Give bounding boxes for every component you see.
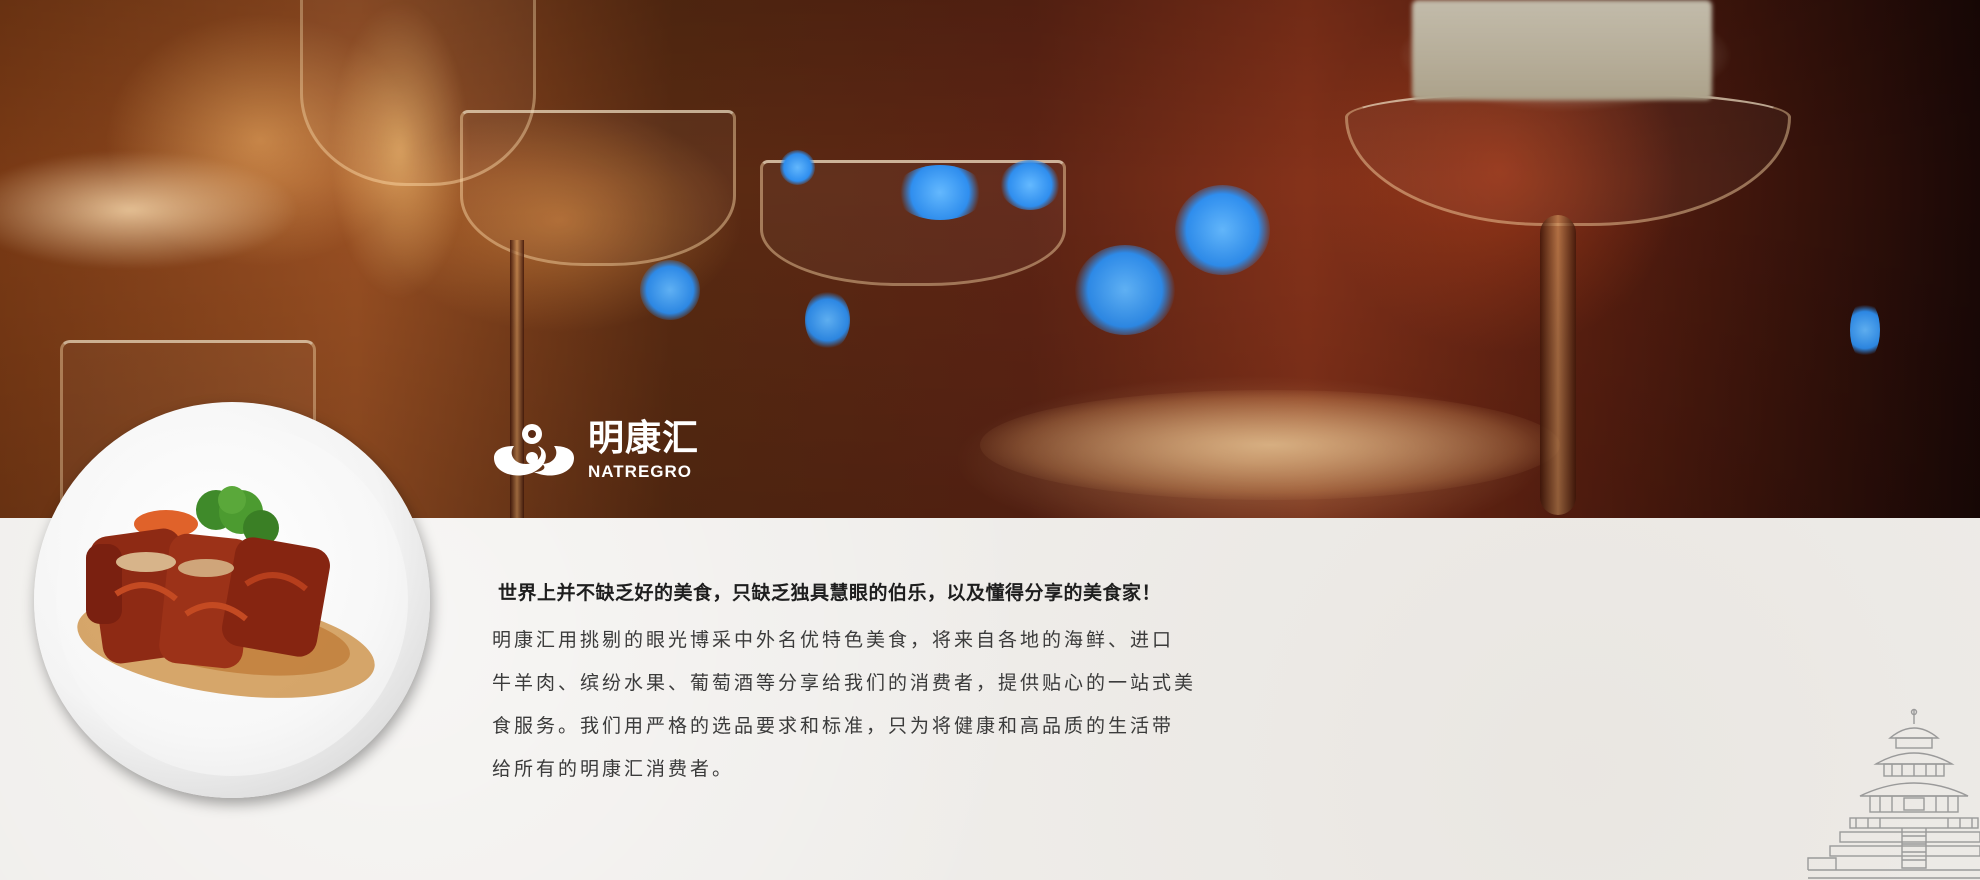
plate-inner (56, 424, 408, 776)
intro-line: 食服务。我们用严格的选品要求和标准，只为将健康和高品质的生活带 (492, 715, 1175, 737)
logo-text: 明康汇 NATREGRO (588, 417, 700, 481)
food-plate-image (34, 402, 430, 798)
short-ribs-plate-photo (77, 486, 375, 698)
intro-line: 牛羊肉、缤纷水果、葡萄酒等分享给我们的消费者，提供贴心的一站式美 (492, 672, 1197, 694)
intro-section: 世界上并不缺乏好的美食，只缺乏独具慧眼的伯乐，以及懂得分享的美食家！ 明康汇用挑… (492, 578, 1222, 791)
brand-logo[interactable]: 明康汇 NATREGRO (488, 418, 699, 482)
intro-line: 明康汇用挑剔的眼光博采中外名优特色美食，将来自各地的海鲜、进口 (492, 629, 1175, 651)
intro-line: 给所有的明康汇消费者。 (492, 758, 735, 780)
logo-name-en: NATREGRO (588, 461, 693, 481)
logo-name-cn: 明康汇 (588, 417, 700, 459)
temple-of-heaven-icon (1807, 708, 1980, 879)
intro-title: 世界上并不缺乏好的美食，只缺乏独具慧眼的伯乐，以及懂得分享的美食家！ (498, 582, 1162, 604)
swirl-logo-icon (494, 424, 574, 476)
